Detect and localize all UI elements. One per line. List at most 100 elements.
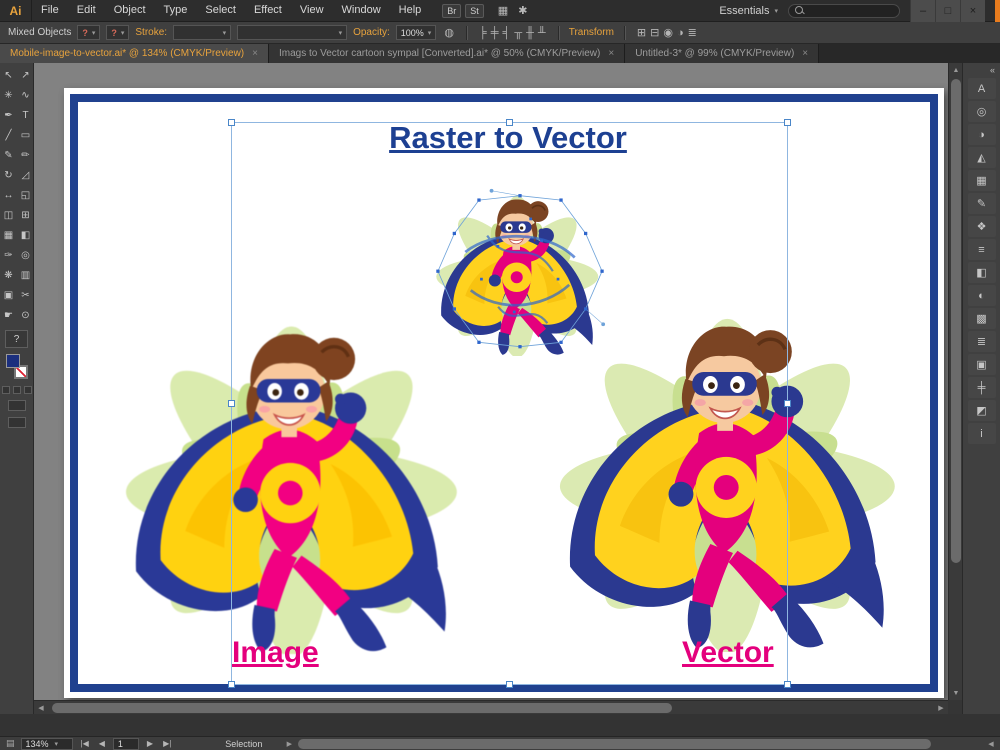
align-horizontal-right-icon[interactable]: ╡: [501, 27, 513, 39]
scroll-up-icon[interactable]: ▲: [949, 63, 963, 77]
close-button[interactable]: ×: [960, 0, 985, 22]
align-horizontal-left-icon[interactable]: ╞: [477, 27, 489, 39]
collapse-panels-icon[interactable]: «: [990, 65, 995, 75]
info-panel-icon[interactable]: i: [967, 423, 996, 444]
scale-tool[interactable]: ◿: [17, 165, 34, 185]
color-panel-icon[interactable]: ◑: [967, 124, 996, 145]
lasso-tool[interactable]: ∿: [17, 85, 34, 105]
paintbrush-tool[interactable]: ✎: [0, 145, 17, 165]
gradient-tool[interactable]: ◧: [17, 225, 34, 245]
horizontal-scrollbar[interactable]: ◀ ▶: [34, 700, 948, 714]
recolor-icon[interactable]: ◍: [442, 26, 456, 39]
align-horizontal-center-icon[interactable]: ╪: [489, 27, 501, 39]
menu-item[interactable]: Window: [333, 0, 390, 21]
raster-image-artwork[interactable]: [114, 274, 480, 654]
pen-tool[interactable]: ✒: [0, 105, 17, 125]
align-panel-icon[interactable]: ╪: [967, 377, 996, 398]
search-input[interactable]: [809, 5, 893, 16]
color-guide-panel-icon[interactable]: ◭: [967, 147, 996, 168]
scroll-left-icon[interactable]: ◀: [984, 737, 998, 750]
search-box[interactable]: [788, 3, 900, 18]
menu-item[interactable]: Effect: [245, 0, 291, 21]
perspective-grid-tool[interactable]: ⊞: [17, 205, 34, 225]
brush-definition-combo[interactable]: ? ▾: [106, 25, 130, 40]
align-vertical-bottom-icon[interactable]: ╨: [536, 27, 548, 39]
symbols-panel-icon[interactable]: ❖: [967, 216, 996, 237]
vertical-scrollbar[interactable]: ▲ ▼: [948, 63, 962, 700]
cs-live-icon[interactable]: ✱: [518, 4, 527, 17]
pencil-tool[interactable]: ✏: [17, 145, 34, 165]
artboard-tool[interactable]: ▣: [0, 285, 17, 305]
swatches-panel-icon[interactable]: ▦: [967, 170, 996, 191]
arrange-documents-icon[interactable]: ▦: [498, 4, 508, 17]
graphic-styles-panel-icon[interactable]: ▩: [967, 308, 996, 329]
bridge-button[interactable]: Br: [442, 3, 462, 18]
style-combo[interactable]: ▾: [237, 25, 348, 40]
document-tab[interactable]: Untitled-3* @ 99% (CMYK/Preview) ×: [625, 44, 820, 63]
scroll-right-icon[interactable]: ▶: [282, 737, 296, 750]
symbol-sprayer-tool[interactable]: ❋: [0, 265, 17, 285]
column-graph-tool[interactable]: ▥: [17, 265, 34, 285]
layers-panel-icon[interactable]: ≣: [967, 331, 996, 352]
stroke-link[interactable]: Stroke:: [135, 27, 167, 38]
document-tab[interactable]: Imags to Vector cartoon sympal [Converte…: [268, 44, 626, 63]
gradient-button[interactable]: [12, 386, 21, 394]
stroke-panel-icon[interactable]: ≡: [967, 239, 996, 260]
selection-handle[interactable]: [228, 681, 235, 688]
maximize-button[interactable]: □: [935, 0, 960, 22]
canvas-pasteboard[interactable]: Raster to Vector Image Vector: [34, 63, 948, 700]
eyedropper-tool[interactable]: ✑: [0, 245, 17, 265]
tab-close-icon[interactable]: ×: [608, 48, 614, 59]
menu-item[interactable]: Edit: [68, 0, 105, 21]
gradient-panel-icon[interactable]: ◧: [967, 262, 996, 283]
stroke-width-combo[interactable]: ▾: [173, 25, 232, 40]
none-button[interactable]: [23, 386, 32, 394]
app-logo[interactable]: Ai: [0, 0, 32, 22]
statusbar-scroll-thumb[interactable]: [298, 738, 931, 749]
direct-selection-tool[interactable]: ↗: [17, 65, 34, 85]
shape-mode-unite-icon[interactable]: ⊞: [635, 26, 648, 39]
artboard-number-field[interactable]: 1: [112, 737, 139, 750]
workspace-switcher[interactable]: Essentials ▾: [719, 5, 778, 17]
opacity-link[interactable]: Opacity:: [353, 27, 390, 38]
tab-close-icon[interactable]: ×: [802, 48, 808, 59]
zoom-level-combo[interactable]: 134% ▾: [20, 737, 73, 750]
menu-item[interactable]: File: [32, 0, 68, 21]
menu-item[interactable]: Help: [390, 0, 431, 21]
scroll-right-icon[interactable]: ▶: [934, 701, 948, 715]
draw-mode-button[interactable]: [7, 400, 26, 411]
selection-handle[interactable]: [784, 399, 791, 407]
horizontal-scroll-thumb[interactable]: [52, 703, 673, 713]
blend-tool[interactable]: ◎: [17, 245, 34, 265]
variable-width-profile-combo[interactable]: ? ▾: [77, 25, 101, 40]
selection-handle[interactable]: [505, 119, 513, 126]
scroll-left-icon[interactable]: ◀: [34, 701, 48, 715]
selection-handle[interactable]: [784, 119, 791, 126]
brushes-panel-icon[interactable]: ✎: [967, 193, 996, 214]
align-vertical-center-icon[interactable]: ╫: [524, 27, 536, 39]
statusbar-scrollbar[interactable]: ▶ ◀: [282, 737, 998, 750]
isolate-selected-object-icon[interactable]: ◉: [661, 26, 675, 39]
slice-tool[interactable]: ✂: [17, 285, 34, 305]
selection-handle[interactable]: [228, 119, 235, 126]
color-button[interactable]: [1, 386, 10, 394]
help-button[interactable]: ?: [5, 330, 28, 348]
transparency-panel-icon[interactable]: ◐: [967, 285, 996, 306]
minimize-button[interactable]: –: [910, 0, 935, 22]
document-tab[interactable]: Mobile-image-to-vector.ai* @ 134% (CMYK/…: [0, 44, 269, 63]
character-panel-icon[interactable]: A: [967, 78, 996, 99]
vector-artwork[interactable]: [552, 264, 914, 652]
magic-wand-tool[interactable]: ✳: [0, 85, 17, 105]
vertical-scroll-thumb[interactable]: [951, 79, 961, 564]
screen-mode-button[interactable]: [7, 417, 26, 428]
recolor-artwork-icon[interactable]: ◑: [675, 27, 686, 39]
align-vertical-top-icon[interactable]: ╥: [512, 27, 524, 39]
width-tool[interactable]: ↔: [0, 185, 17, 205]
previous-artboard-button[interactable]: ◀: [97, 739, 107, 748]
next-artboard-button[interactable]: ▶: [145, 739, 155, 748]
transform-link[interactable]: Transform: [569, 27, 614, 38]
rectangle-tool[interactable]: ▭: [17, 125, 34, 145]
first-artboard-button[interactable]: |◀: [79, 739, 91, 748]
mesh-tool[interactable]: ▦: [0, 225, 17, 245]
shape-mode-minus-icon[interactable]: ⊟: [648, 26, 661, 39]
